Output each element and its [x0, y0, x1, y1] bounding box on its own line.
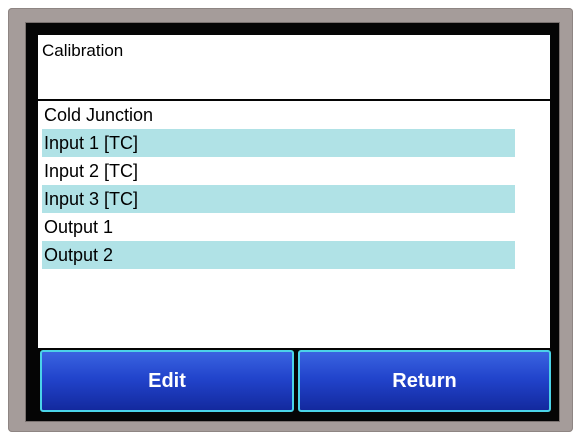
- calibration-list: Cold Junction Input 1 [TC] Input 2 [TC] …: [38, 101, 550, 348]
- list-item-cold-junction[interactable]: Cold Junction: [42, 101, 515, 129]
- device-frame: Calibration Cold Junction Input 1 [TC] I…: [0, 0, 582, 438]
- list-item-output-2[interactable]: Output 2: [42, 241, 515, 269]
- list-item-input-2[interactable]: Input 2 [TC]: [42, 157, 515, 185]
- return-button[interactable]: Return: [298, 350, 551, 412]
- title-bar: Calibration: [38, 35, 550, 99]
- page-title: Calibration: [42, 41, 124, 60]
- edit-button[interactable]: Edit: [40, 350, 294, 412]
- list-item-input-3[interactable]: Input 3 [TC]: [42, 185, 515, 213]
- list-item-output-1[interactable]: Output 1: [42, 213, 515, 241]
- list-item-input-1[interactable]: Input 1 [TC]: [42, 129, 515, 157]
